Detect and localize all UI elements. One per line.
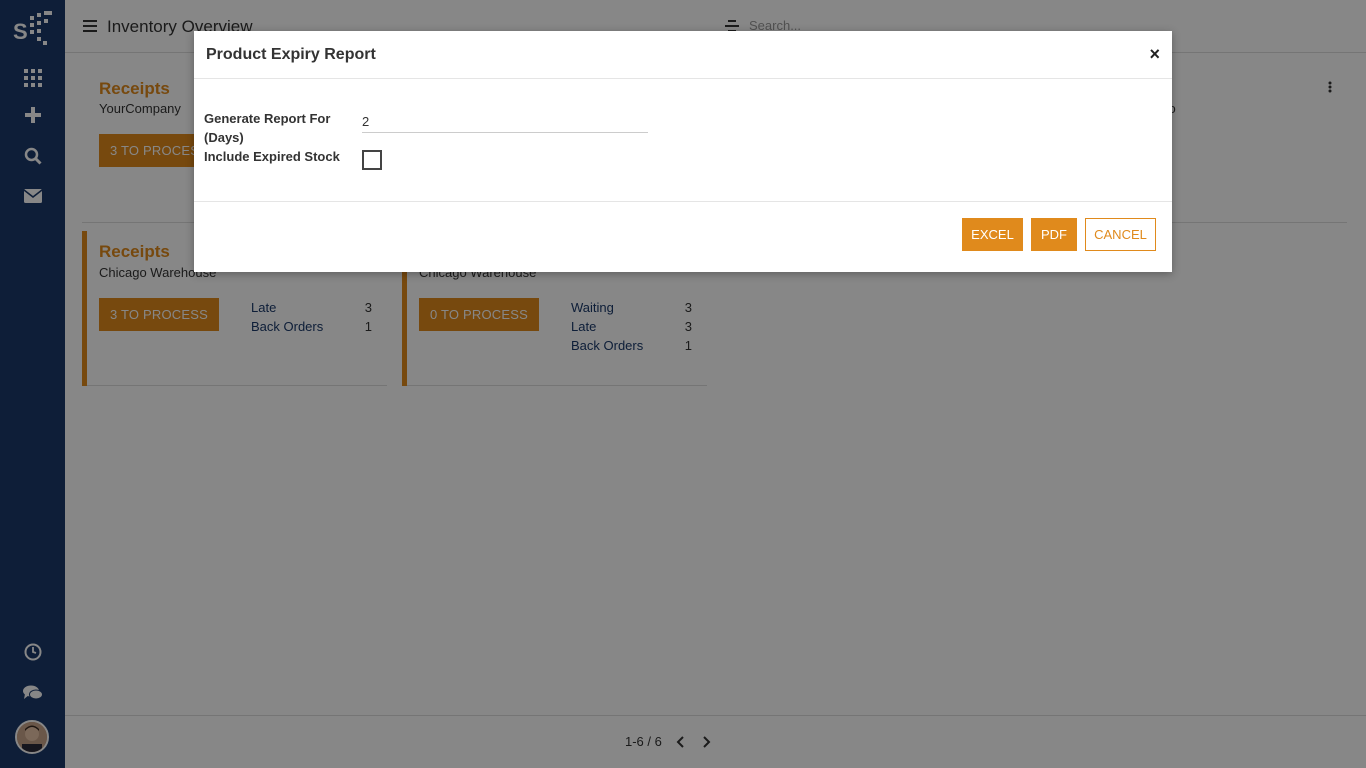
cancel-button[interactable]: CANCEL (1085, 218, 1156, 251)
modal-footer-divider (194, 201, 1172, 202)
modal-title: Product Expiry Report (206, 46, 376, 63)
excel-button[interactable]: EXCEL (962, 218, 1023, 251)
close-icon[interactable]: × (1149, 45, 1160, 63)
days-label: Generate Report For (Days) (204, 111, 331, 145)
pdf-button[interactable]: PDF (1031, 218, 1077, 251)
product-expiry-dialog: Product Expiry Report × Generate Report … (194, 31, 1172, 272)
days-input[interactable] (362, 111, 648, 133)
expired-stock-label: Include Expired Stock (204, 149, 340, 164)
modal-header: Product Expiry Report × (194, 31, 1172, 79)
include-expired-checkbox[interactable] (362, 150, 382, 170)
